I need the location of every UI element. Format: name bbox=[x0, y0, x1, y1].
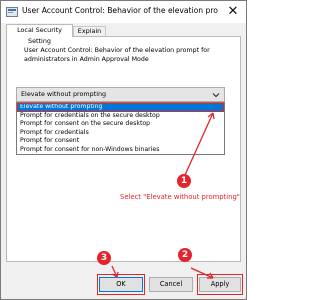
tab-panel: User Account Control: Behavior of the el… bbox=[6, 36, 241, 262]
window-icon bbox=[6, 7, 18, 17]
dropdown-value: Elevate without prompting bbox=[21, 90, 107, 98]
elevation-behavior-dropdown[interactable]: Elevate without prompting bbox=[16, 87, 225, 102]
close-button[interactable]: ✕ bbox=[225, 4, 241, 20]
ok-highlight-box bbox=[97, 274, 145, 295]
tab-local-security-setting[interactable]: Local Security Setting bbox=[6, 24, 73, 45]
selection-highlight-box bbox=[17, 103, 224, 112]
step-2-badge: 2 bbox=[178, 248, 192, 262]
window-title: User Account Control: Behavior of the el… bbox=[22, 6, 218, 15]
chevron-down-icon[interactable] bbox=[212, 91, 220, 99]
setting-description: User Account Control: Behavior of the el… bbox=[24, 47, 210, 63]
dropdown-option[interactable]: Prompt for consent on the secure desktop bbox=[17, 120, 224, 129]
step-3-badge: 3 bbox=[97, 251, 111, 265]
title-bar[interactable]: User Account Control: Behavior of the el… bbox=[1, 1, 246, 23]
dropdown-option[interactable]: Prompt for consent for non-Windows binar… bbox=[17, 146, 224, 155]
dialog-window: User Account Control: Behavior of the el… bbox=[0, 0, 247, 300]
step-1-instruction: Select "Elevate without prompting" bbox=[120, 193, 240, 201]
apply-highlight-box bbox=[197, 274, 243, 295]
dropdown-option[interactable]: Prompt for credentials on the secure des… bbox=[17, 112, 224, 121]
dropdown-option[interactable]: Prompt for consent bbox=[17, 137, 224, 146]
cancel-button[interactable]: Cancel bbox=[149, 277, 193, 292]
dialog-body: Local Security Setting Explain User Acco… bbox=[1, 23, 246, 299]
dropdown-option[interactable]: Prompt for credentials bbox=[17, 129, 224, 138]
step-1-badge: 1 bbox=[177, 174, 191, 188]
